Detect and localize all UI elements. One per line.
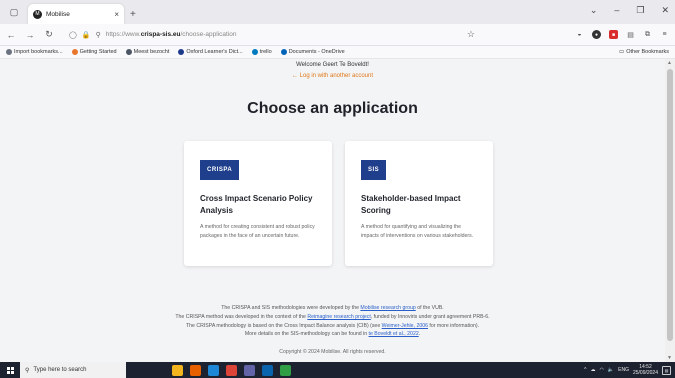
bookmark-getting-started[interactable]: Getting Started <box>71 49 117 55</box>
card-title: Stakeholder-based Impact Scoring <box>361 194 461 215</box>
start-button[interactable] <box>0 362 20 378</box>
extensions-icon[interactable]: ⧉ <box>643 30 652 39</box>
app-card-sis[interactable]: SIS Stakeholder-based Impact Scoring A m… <box>345 141 493 266</box>
cloud-icon[interactable]: ☁ <box>591 367 596 373</box>
pocket-icon[interactable]: ◒ <box>575 30 584 39</box>
reader-icon[interactable]: ▤ <box>626 30 635 39</box>
clock[interactable]: 14:52 25/09/2024 <box>633 364 658 376</box>
te-boveldt-link[interactable]: te Boveldt et al., 2022 <box>369 331 419 337</box>
welcome-message: Welcome Geert Te Boveldt! <box>296 62 369 68</box>
volume-icon[interactable]: 🔈 <box>608 367 614 373</box>
crispa-badge: CRISPA <box>200 160 240 180</box>
maps-icon[interactable] <box>280 364 291 376</box>
tab-overview-icon[interactable]: ▢ <box>4 2 24 22</box>
weimer-jehle-link[interactable]: Weimer-Jehle, 2006 <box>382 323 428 329</box>
address-bar[interactable]: ◯ 🔒 ⚲ https://www.crispa-sis.eu/choose-a… <box>63 27 481 43</box>
mobilise-research-group-link[interactable]: Mobilise research group <box>360 305 415 311</box>
copyright: Copyright © 2024 Mobilise. All rights re… <box>279 349 386 355</box>
bookmark-oxford[interactable]: Oxford Learner's Dict... <box>178 49 243 55</box>
outlook-icon[interactable] <box>262 364 273 376</box>
language-indicator[interactable]: ENG <box>618 367 629 373</box>
bookmark-import[interactable]: Import bookmarks... <box>6 49 63 55</box>
notifications-icon[interactable]: ▤ <box>662 365 671 375</box>
footer-line: More details on the SIS-methodology can … <box>244 331 421 338</box>
scroll-up-icon[interactable]: ▲ <box>667 60 672 66</box>
search-icon: ⚲ <box>25 367 30 374</box>
tab-bar: ▢ M Mobilise × + <box>0 0 675 24</box>
file-explorer-icon[interactable] <box>172 364 183 376</box>
close-tab-icon[interactable]: × <box>114 10 119 19</box>
bookmarks-bar: Import bookmarks... Getting Started Mees… <box>0 46 675 59</box>
bookmark-onedrive[interactable]: Documents - OneDrive <box>280 49 345 55</box>
windows-logo-icon <box>6 366 14 374</box>
forward-icon[interactable]: → <box>25 30 35 40</box>
bookmark-meest-bezocht[interactable]: Meest bezocht <box>125 49 169 55</box>
login-another-account-link[interactable]: ← Log in with another account <box>0 73 665 79</box>
search-placeholder: Type here to search <box>33 367 87 373</box>
edge-icon[interactable] <box>208 364 219 376</box>
tab-title: Mobilise <box>46 10 70 18</box>
account-extension-icon[interactable]: ● <box>592 30 601 39</box>
reload-icon[interactable]: ↻ <box>44 29 54 40</box>
footer-line: The CRISPA and SIS methodologies were de… <box>221 305 444 311</box>
sis-badge: SIS <box>361 160 387 180</box>
navigation-bar: ← → ↻ ◯ 🔒 ⚲ https://www.crispa-sis.eu/ch… <box>0 24 675 46</box>
tray-chevron-icon[interactable]: ^ <box>584 367 586 373</box>
import-icon <box>6 49 12 55</box>
card-description: A method for quantifying and visualizing… <box>361 224 474 239</box>
oxford-bookmark-icon <box>178 49 185 55</box>
red-extension-icon[interactable]: ■ <box>609 30 618 39</box>
reimagine-project-link[interactable]: Reimagine research project <box>307 314 370 320</box>
lock-icon[interactable]: 🔒 <box>82 31 91 39</box>
scroll-down-icon[interactable]: ▼ <box>667 355 672 361</box>
restore-icon[interactable]: ❐ <box>636 5 644 16</box>
trello-bookmark-icon <box>251 49 258 55</box>
chrome-icon[interactable] <box>226 364 237 376</box>
new-tab-icon[interactable]: + <box>130 9 136 20</box>
menu-icon[interactable]: ≡ <box>660 30 669 39</box>
onedrive-bookmark-icon <box>280 49 287 55</box>
app-card-crispa[interactable]: CRISPA Cross Impact Scenario Policy Anal… <box>184 141 332 266</box>
back-icon[interactable]: ← <box>6 30 16 40</box>
toolbar-extensions: ◒ ● ■ ▤ ⧉ ≡ <box>575 30 669 39</box>
footer-line: The CRISPA methodology is based on the C… <box>185 322 480 329</box>
close-window-icon[interactable]: ✕ <box>661 5 669 16</box>
system-tray: ^ ☁ ◠ 🔈 ENG 14:52 25/09/2024 ▤ <box>584 364 675 376</box>
card-title: Cross Impact Scenario Policy Analysis <box>200 194 313 215</box>
tab-list-chevron-icon[interactable]: ⌄ <box>590 5 598 16</box>
other-bookmarks[interactable]: ▭ Other Bookmarks <box>619 49 669 55</box>
page-title: Choose an application <box>247 100 418 117</box>
bookmark-trello[interactable]: trello <box>251 49 272 55</box>
page-content: Welcome Geert Te Boveldt! ← Log in with … <box>0 59 665 362</box>
tab-mobilise[interactable]: M Mobilise × <box>28 4 124 24</box>
taskbar-search[interactable]: ⚲ Type here to search <box>20 362 126 378</box>
firefox-bookmark-icon <box>71 49 78 55</box>
mobilise-favicon-icon: M <box>33 9 42 19</box>
gear-bookmark-icon <box>125 49 132 55</box>
card-description: A method for creating consistent and rob… <box>200 224 315 239</box>
wifi-icon[interactable]: ◠ <box>600 367 604 373</box>
windows-taskbar: ⚲ Type here to search ^ ☁ ◠ 🔈 ENG 14:52 … <box>0 362 675 378</box>
footer-line: The CRISPA method was developed in the c… <box>175 313 490 320</box>
minimize-icon[interactable]: – <box>614 5 619 16</box>
teams-icon[interactable] <box>244 364 255 376</box>
firefox-icon[interactable] <box>190 364 201 376</box>
url-text[interactable]: https://www.crispa-sis.eu/choose-applica… <box>106 31 462 38</box>
scrollbar-thumb[interactable] <box>667 69 673 341</box>
footer-credits: The CRISPA and SIS methodologies were de… <box>0 304 665 339</box>
bookmark-star-icon[interactable]: ☆ <box>467 29 475 40</box>
pinned-apps <box>172 364 291 376</box>
permissions-icon[interactable]: ⚲ <box>96 31 101 39</box>
shield-icon[interactable]: ◯ <box>69 31 77 39</box>
page-scrollbar[interactable]: ▲ ▼ <box>665 59 675 362</box>
folder-icon: ▭ <box>619 49 625 55</box>
window-controls: ⌄ – ❐ ✕ <box>590 5 669 16</box>
